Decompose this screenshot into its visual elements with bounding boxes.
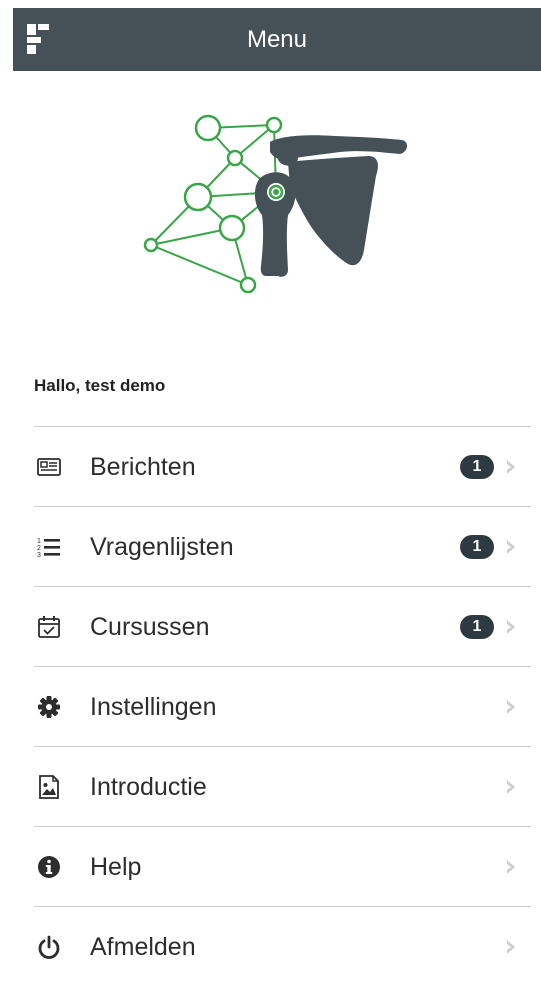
user-greeting: Hallo, test demo xyxy=(34,376,166,395)
menu-item-berichten[interactable]: Berichten 1 xyxy=(34,427,531,507)
notification-badge: 1 xyxy=(460,535,494,559)
svg-text:1: 1 xyxy=(37,538,41,545)
numbered-list-icon: 1 2 3 xyxy=(37,538,60,559)
menu-item-label: Vragenlijsten xyxy=(90,533,234,561)
image-file-icon xyxy=(39,775,59,799)
menu-item-vragenlijsten[interactable]: 1 2 3 Vragenlijsten 1 xyxy=(34,507,531,587)
menu-item-instellingen[interactable]: Instellingen xyxy=(34,667,531,747)
chevron-right-icon xyxy=(507,700,515,714)
chevron-right-icon xyxy=(507,860,515,874)
menu-item-afmelden[interactable]: Afmelden xyxy=(34,907,531,987)
notification-badge: 1 xyxy=(460,455,494,479)
menu-item-label: Cursussen xyxy=(90,613,210,641)
menu-item-introductie[interactable]: Introductie xyxy=(34,747,531,827)
menu-item-label: Introductie xyxy=(90,773,207,801)
info-icon xyxy=(38,856,60,878)
chevron-right-icon xyxy=(507,540,515,554)
app-header: Menu xyxy=(13,8,541,71)
chevron-right-icon xyxy=(507,460,515,474)
menu-item-help[interactable]: Help xyxy=(34,827,531,907)
calendar-check-icon xyxy=(38,616,60,638)
menu-item-label: Berichten xyxy=(90,453,196,481)
newspaper-icon xyxy=(37,458,61,476)
chevron-right-icon xyxy=(507,940,515,954)
menu-item-cursussen[interactable]: Cursussen 1 xyxy=(34,587,531,667)
menu-item-label: Instellingen xyxy=(90,693,217,721)
notification-badge: 1 xyxy=(460,615,494,639)
chevron-right-icon xyxy=(507,620,515,634)
chevron-right-icon xyxy=(507,780,515,794)
shoulder-network-illustration xyxy=(143,114,408,294)
gear-icon xyxy=(38,696,60,718)
menu-item-label: Afmelden xyxy=(90,933,196,961)
main-menu: Berichten 1 1 2 3 Vragenlijsten 1 Cursus… xyxy=(34,427,531,987)
page-title: Menu xyxy=(246,26,308,53)
svg-text:3: 3 xyxy=(37,552,41,559)
menu-item-label: Help xyxy=(90,853,142,881)
svg-text:2: 2 xyxy=(37,545,41,552)
power-icon xyxy=(38,935,60,959)
